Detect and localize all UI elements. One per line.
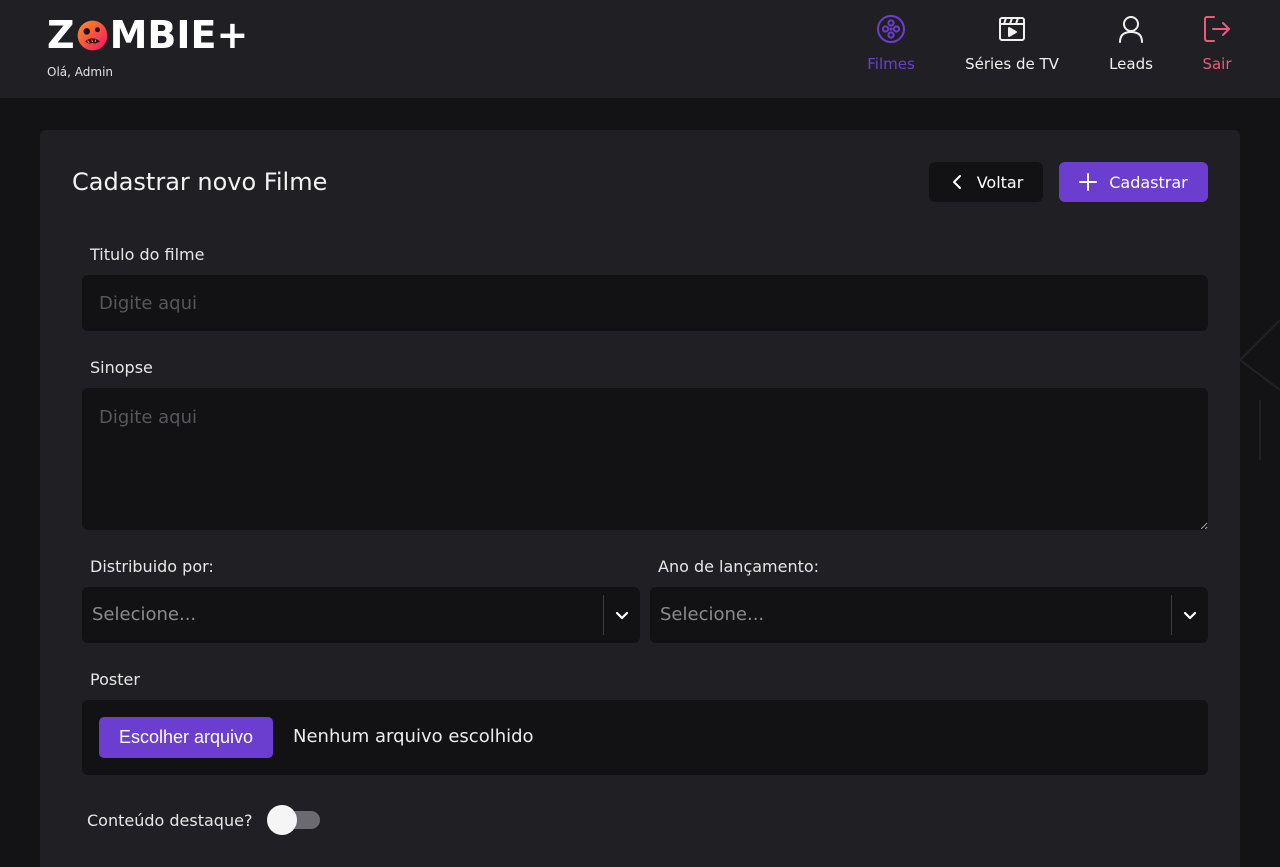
user-greeting: Olá, Admin — [47, 65, 114, 79]
poster-field-label: Poster — [90, 670, 140, 689]
title-field-label: Titulo do filme — [90, 245, 205, 264]
year-select[interactable]: Selecione... — [650, 587, 1208, 643]
plus-icon — [1079, 173, 1098, 191]
synopsis-field-label: Sinopse — [90, 358, 153, 377]
movie-form-card: Cadastrar novo Filme Voltar Cadastrar Ti… — [40, 130, 1240, 867]
submit-button[interactable]: Cadastrar — [1059, 162, 1208, 202]
top-navigation-bar: Z MBIE+ Olá, Admin Filmes Séries de TV L… — [0, 0, 1280, 98]
chevron-down-icon[interactable] — [1182, 607, 1198, 623]
back-button-label: Voltar — [976, 172, 1024, 192]
back-button[interactable]: Voltar — [929, 162, 1043, 202]
select-divider — [1171, 595, 1172, 635]
zombie-face-icon — [77, 20, 107, 50]
year-select-placeholder: Selecione... — [660, 604, 765, 625]
featured-toggle[interactable] — [267, 805, 321, 835]
choose-file-button[interactable]: Escolher arquivo — [99, 717, 273, 758]
nav-label-leads: Leads — [1109, 55, 1153, 73]
nav-label-sair: Sair — [1202, 55, 1232, 73]
nav-item-sair[interactable]: Sair — [1196, 14, 1238, 84]
background-decoration — [1240, 320, 1280, 460]
submit-button-label: Cadastrar — [1109, 172, 1188, 192]
clapperboard-icon — [999, 17, 1025, 41]
nav-item-series[interactable]: Séries de TV — [958, 14, 1066, 84]
logout-icon — [1204, 16, 1230, 42]
user-icon — [1119, 16, 1143, 43]
chevron-left-icon — [952, 175, 961, 189]
logo-text-prefix: Z — [47, 13, 75, 57]
featured-toggle-label: Conteúdo destaque? — [87, 811, 253, 830]
title-input[interactable] — [82, 275, 1208, 331]
logo-text-suffix: MBIE+ — [109, 13, 249, 57]
page-title: Cadastrar novo Filme — [72, 168, 328, 196]
nav-label-series: Séries de TV — [965, 55, 1059, 73]
film-reel-icon — [877, 15, 905, 43]
file-status-text: Nenhum arquivo escolhido — [293, 726, 534, 747]
nav-label-filmes: Filmes — [867, 55, 915, 73]
company-select[interactable]: Selecione... — [82, 587, 640, 643]
nav-item-leads[interactable]: Leads — [1100, 14, 1162, 84]
nav-item-filmes[interactable]: Filmes — [856, 14, 926, 84]
zombieplus-logo[interactable]: Z MBIE+ — [47, 15, 248, 55]
synopsis-textarea[interactable] — [82, 388, 1208, 530]
toggle-knob — [267, 805, 297, 835]
company-select-placeholder: Selecione... — [92, 604, 197, 625]
year-field-label: Ano de lançamento: — [658, 557, 820, 576]
company-field-label: Distribuido por: — [90, 557, 214, 576]
poster-file-input: Escolher arquivo Nenhum arquivo escolhid… — [82, 700, 1208, 775]
chevron-down-icon[interactable] — [614, 607, 630, 623]
select-divider — [603, 595, 604, 635]
